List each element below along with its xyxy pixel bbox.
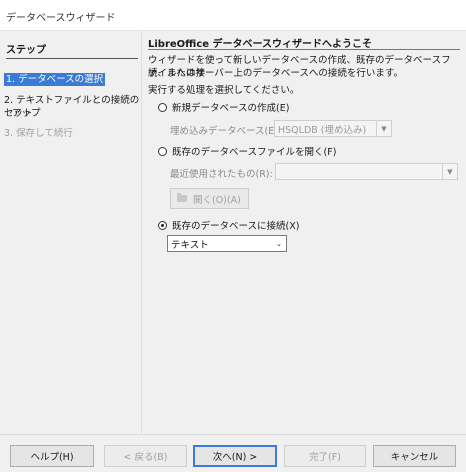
open-file-button: 開く(O)(A)	[170, 188, 249, 209]
open-file-button-label: 開く(O)(A)	[193, 194, 241, 206]
step-select-database[interactable]: 1. データベースの選択	[4, 73, 106, 86]
dialog-body: ステップ 1. データベースの選択 2. テキストファイルとの接続のセット アッ…	[0, 31, 466, 434]
embedded-database-select: HSQLDB (埋め込み) ▼	[274, 120, 392, 137]
sidebar-divider	[141, 31, 142, 434]
next-button[interactable]: 次へ(N) >	[193, 445, 277, 467]
option-create-new-database[interactable]: 新規データベースの作成(E)	[158, 100, 289, 114]
title-underline	[148, 49, 460, 50]
intro-text-line-2: 続、またはサーバー上のデータベースへの接続を行います。	[148, 68, 403, 79]
window-title: データベースウィザード	[6, 13, 116, 24]
back-button: < 戻る(B)	[104, 445, 187, 467]
embedded-database-label: 埋め込みデータベース(E):	[170, 126, 282, 137]
option-connect-existing[interactable]: 既存のデータベースに接続(X)	[158, 218, 299, 232]
step-save-continue: 3. 保存して続行	[4, 128, 73, 139]
recent-files-select: ▼	[275, 163, 458, 180]
steps-sidebar: ステップ 1. データベースの選択 2. テキストファイルとの接続のセット アッ…	[0, 31, 140, 434]
option-open-existing-file[interactable]: 既存のデータベースファイルを開く(F)	[158, 144, 336, 158]
option-open-existing-label: 既存のデータベースファイルを開く(F)	[172, 147, 337, 158]
recent-files-label: 最近使用されたもの(R):	[170, 169, 273, 180]
steps-heading-label: ステップ	[6, 45, 46, 56]
radio-open-existing[interactable]	[158, 146, 167, 156]
folder-icon	[177, 193, 187, 202]
connection-type-value: テキスト	[171, 239, 209, 251]
chevron-down-icon: ▼	[376, 121, 391, 136]
steps-heading-underline	[6, 58, 138, 59]
step-text-connection-continued[interactable]: アップ	[12, 107, 41, 120]
page-title: LibreOffice データベースウィザードへようこそ	[148, 39, 373, 50]
cancel-button[interactable]: キャンセル	[373, 445, 456, 467]
dialog-footer: ヘルプ(H) < 戻る(B) 次へ(N) > 完了(F) キャンセル	[0, 434, 466, 472]
connection-type-select[interactable]: テキスト ⌄	[167, 235, 287, 252]
chevron-down-icon: ▼	[442, 164, 457, 179]
radio-connect-existing[interactable]	[158, 220, 167, 230]
title-bar: データベースウィザード	[0, 0, 466, 31]
help-button[interactable]: ヘルプ(H)	[10, 445, 94, 467]
chevron-down-icon[interactable]: ⌄	[272, 236, 286, 251]
action-prompt: 実行する処理を選択してください。	[148, 85, 300, 96]
option-connect-existing-label: 既存のデータベースに接続(X)	[172, 221, 300, 232]
steps-heading: ステップ	[6, 41, 138, 59]
option-create-new-label: 新規データベースの作成(E)	[172, 103, 290, 114]
radio-create-new[interactable]	[158, 102, 167, 112]
main-panel: LibreOffice データベースウィザードへようこそ ウィザードを使って新し…	[148, 31, 460, 434]
finish-button: 完了(F)	[284, 445, 366, 467]
embedded-database-value: HSQLDB (埋め込み)	[278, 124, 367, 136]
